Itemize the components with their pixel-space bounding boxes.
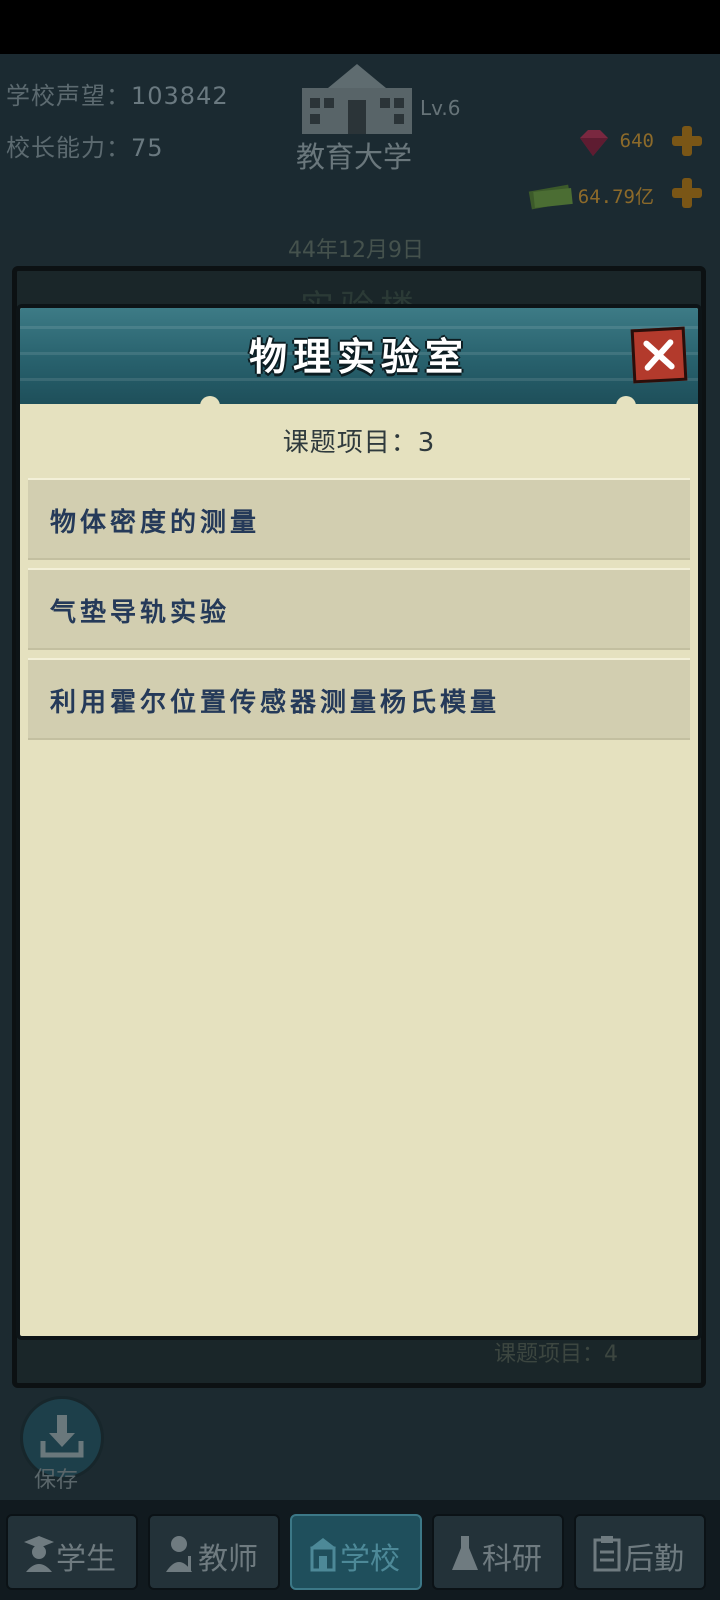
dialog-header: 物理实验室 xyxy=(20,308,698,404)
bottom-nav: 学生 教师 学校 科研 后勤 xyxy=(0,1500,720,1600)
school-name: 教育大学 xyxy=(296,140,413,174)
close-button[interactable] xyxy=(630,326,688,384)
school-level: Lv.6 xyxy=(420,96,461,120)
tab-school[interactable]: 学校 xyxy=(290,1514,422,1590)
building-panel-footer: 课题项目：4 xyxy=(494,1342,618,1367)
project-item[interactable]: 物体密度的测量 xyxy=(28,478,690,560)
flask-icon xyxy=(452,1536,478,1570)
clipboard-icon xyxy=(593,1536,621,1572)
money-value: 64.79亿 xyxy=(577,186,654,208)
reputation-label: 学校声望： xyxy=(6,82,131,110)
project-list: 物体密度的测量 气垫导轨实验 利用霍尔位置传感器测量杨氏模量 xyxy=(28,478,690,748)
project-item-label: 物体密度的测量 xyxy=(50,508,261,538)
project-item[interactable]: 利用霍尔位置传感器测量杨氏模量 xyxy=(28,658,690,740)
status-bar xyxy=(0,0,720,54)
tab-label: 教师 xyxy=(198,1542,258,1577)
tab-students[interactable]: 学生 xyxy=(6,1514,138,1590)
student-icon xyxy=(24,1536,54,1572)
game-date: 44年12月9日 xyxy=(288,238,424,263)
teacher-icon xyxy=(166,1536,192,1572)
dialog-title: 物理实验室 xyxy=(248,334,469,379)
tab-label: 学生 xyxy=(56,1542,116,1577)
project-item-label: 利用霍尔位置传感器测量杨氏模量 xyxy=(50,688,501,718)
tab-label: 后勤 xyxy=(624,1542,684,1577)
project-item-label: 气垫导轨实验 xyxy=(50,598,231,628)
project-count-label: 课题项目： xyxy=(282,428,418,458)
close-icon xyxy=(643,339,675,371)
tab-teachers[interactable]: 教师 xyxy=(148,1514,280,1590)
principal-value: 75 xyxy=(131,134,164,162)
project-item[interactable]: 气垫导轨实验 xyxy=(28,568,690,650)
save-label: 保存 xyxy=(34,1468,79,1493)
principal-stat: 校长能力：75 xyxy=(6,128,164,163)
reputation-value: 103842 xyxy=(131,82,229,110)
add-gems-button[interactable] xyxy=(670,124,704,158)
tab-logistics[interactable]: 后勤 xyxy=(574,1514,706,1590)
tab-research[interactable]: 科研 xyxy=(432,1514,564,1590)
school-building-icon xyxy=(302,64,412,134)
cash-icon xyxy=(528,184,573,210)
gems-value: 640 xyxy=(619,130,654,152)
add-money-button[interactable] xyxy=(670,176,704,210)
gem-icon xyxy=(580,130,608,156)
reputation-stat: 学校声望：103842 xyxy=(6,76,229,111)
lab-dialog: 物理实验室 课题项目：3 物体密度的测量 气垫导轨实验 利用霍尔位置传感器测量杨… xyxy=(16,304,702,1340)
project-count-value: 3 xyxy=(417,428,436,458)
download-icon xyxy=(40,1415,84,1458)
school-icon xyxy=(310,1538,336,1572)
tab-label: 学校 xyxy=(340,1542,400,1577)
tab-label: 科研 xyxy=(482,1542,542,1577)
principal-label: 校长能力： xyxy=(6,134,131,162)
project-count: 课题项目：3 xyxy=(20,422,698,459)
